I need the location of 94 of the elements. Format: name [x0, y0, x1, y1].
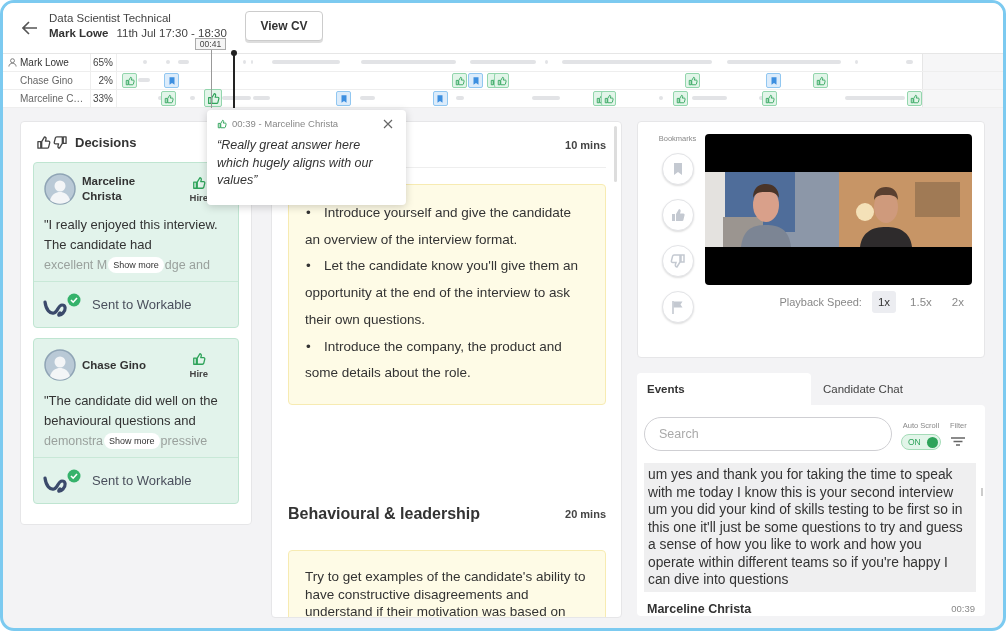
talk-share: 2%: [98, 75, 113, 86]
thumbs-up-icon: [163, 93, 174, 104]
hover-line: [211, 50, 212, 108]
verdict-label: Hire: [189, 367, 208, 379]
panel-title: Decisions: [75, 134, 137, 150]
interviewer-name: Marceline Christa: [82, 174, 137, 204]
bullet-text: • Let the candidate know you'll give them an opportunity at the end of the interview to ask their own questions.: [305, 257, 579, 329]
participant-name: Marceline C…: [19, 93, 84, 104]
bookmark-marker[interactable]: [766, 73, 781, 88]
bookmark-marker[interactable]: [336, 91, 351, 106]
popover-quote: “Really great answer here which hugely aligns with our values”: [217, 137, 374, 189]
event-time: 00:39: [951, 603, 975, 614]
thumbs-up-marker[interactable]: [204, 89, 222, 107]
talk-share: 33%: [93, 93, 113, 104]
speed-option[interactable]: 2x: [945, 291, 970, 313]
status-text: Sent to Workable: [92, 297, 192, 312]
section-duration: 10 mins: [565, 138, 606, 151]
hover-time-label: 00:41: [195, 38, 226, 50]
thumbs-up-icon: [124, 75, 135, 86]
thumbs-up-marker[interactable]: [494, 73, 509, 88]
talk-share: 65%: [93, 57, 113, 68]
thumbs-down-icon: [669, 253, 686, 269]
show-more-button[interactable]: Show more: [104, 433, 160, 449]
bookmark-marker[interactable]: [468, 73, 483, 88]
show-more-button[interactable]: Show more: [108, 257, 164, 273]
note-text: Try to get examples of the candidate's ability to have constructive disagreements and understand if their motivation was based on: [305, 568, 587, 617]
avatar: [44, 173, 76, 205]
thumbs-up-marker[interactable]: [762, 91, 777, 106]
comment-text: excellent M: [44, 258, 108, 272]
speed-option[interactable]: 1x: [871, 291, 897, 313]
comment-text: pressive: [160, 434, 208, 448]
filter-icon[interactable]: [951, 437, 966, 446]
verdict-label: Hire: [189, 191, 208, 203]
person-icon: [8, 58, 17, 67]
interviewer-name: Chase Gino: [82, 357, 147, 373]
interview-time: 11th Jul 17:30 - 18:30: [116, 26, 227, 39]
thumbs-up-icon: [496, 75, 507, 86]
thumbs-up-icon: [909, 93, 920, 104]
scrollbar[interactable]: [981, 488, 983, 496]
dislike-button[interactable]: [661, 245, 694, 277]
comment-text: "The candidate did well on the behavioural questions and: [44, 392, 219, 430]
thumbs-up-marker[interactable]: [685, 73, 700, 88]
playhead[interactable]: [232, 52, 235, 108]
comment-text: dge and: [164, 258, 210, 272]
status-text: Sent to Workable: [92, 473, 192, 488]
search-field[interactable]: Search: [644, 417, 892, 451]
thumbs-up-down-icon: [37, 134, 67, 150]
flag-button[interactable]: [661, 291, 694, 323]
thumbs-up-icon: [675, 93, 686, 104]
section-title: Behavioural & leadership: [288, 505, 481, 523]
speed-option[interactable]: 1.5x: [904, 291, 938, 313]
tab[interactable]: Events: [637, 373, 811, 405]
section-duration: 20 mins: [565, 508, 606, 520]
video-player[interactable]: [705, 134, 972, 285]
comment-text: "I really enjoyed this interview. The candidate had: [44, 216, 219, 254]
participant-name: Chase Gino: [19, 75, 73, 86]
back-arrow-icon[interactable]: [22, 21, 38, 35]
interview-title: Data Scientist Technical: [49, 11, 172, 24]
thumbs-up-marker[interactable]: [452, 73, 467, 88]
thumbs-up-icon: [687, 75, 698, 86]
candidate-name: Mark Lowe: [49, 26, 109, 39]
close-icon[interactable]: [383, 118, 393, 129]
thumbs-up-icon: [206, 91, 220, 105]
bookmark-marker[interactable]: [164, 73, 179, 88]
thumbs-up-marker[interactable]: [813, 73, 828, 88]
thumbs-up-icon: [191, 175, 206, 190]
scrollbar[interactable]: [614, 126, 617, 182]
popover-heading: 00:39 - Marceline Christa: [232, 118, 339, 129]
view-cv-button[interactable]: View CV: [245, 11, 323, 41]
thumbs-up-icon: [603, 93, 614, 104]
participant-name: Mark Lowe: [20, 57, 69, 68]
thumbs-up-icon: [217, 118, 227, 129]
thumbs-up-icon: [669, 207, 686, 223]
bookmark-marker[interactable]: [433, 91, 448, 106]
comment-text: demonstra: [44, 434, 104, 448]
logo-icon: [43, 291, 83, 318]
bookmark-icon: [435, 93, 446, 104]
thumbs-up-icon: [815, 75, 826, 86]
thumbs-up-marker[interactable]: [907, 91, 922, 106]
thumbs-up-marker[interactable]: [673, 91, 688, 106]
like-button[interactable]: [661, 199, 694, 231]
speed-label: Playback Speed:: [779, 296, 862, 308]
thumbs-up-icon: [764, 93, 775, 104]
avatar: [44, 349, 76, 381]
logo-icon: [43, 467, 83, 494]
thumbs-up-marker[interactable]: [161, 91, 176, 106]
transcript-text: um yes and thank you for taking the time to speak with me today I know this is your second interview um you did your kind of skills testing to be first so in this one it'll just be some questions to try and guess a sense of how you like to work and how you operate within different teams so if you're happy I can dive into questions: [648, 466, 964, 589]
event-author: Marceline Christa: [647, 601, 752, 616]
bullet-text: • Introduce the company, the product and some details about the role.: [305, 337, 563, 383]
bullet-text: • Introduce yourself and give the candidate an overview of the interview format.: [305, 204, 572, 249]
bookmark-button[interactable]: [661, 153, 694, 185]
thumbs-up-icon: [454, 75, 465, 86]
thumbs-up-marker[interactable]: [122, 73, 137, 88]
thumbs-up-icon: [191, 351, 206, 366]
